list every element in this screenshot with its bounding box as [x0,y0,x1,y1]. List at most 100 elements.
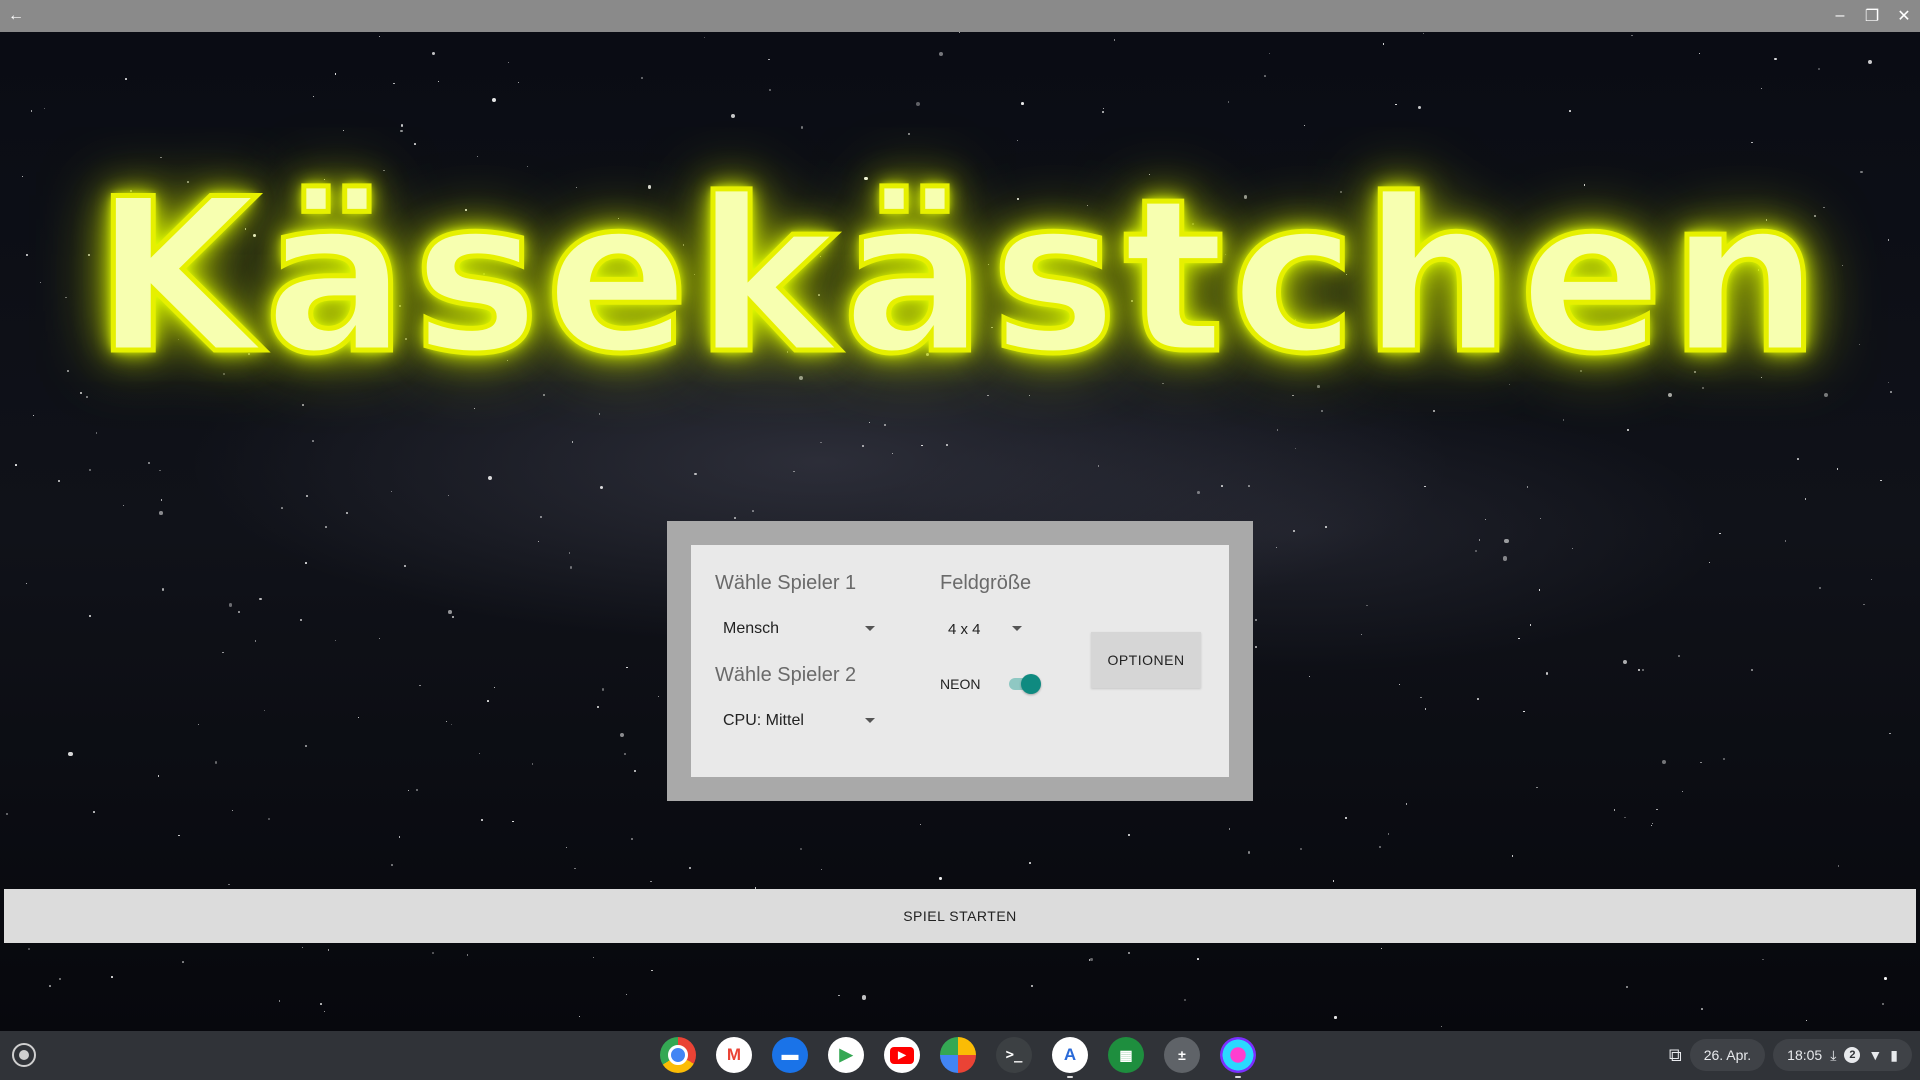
star [1387,832,1390,835]
star [1630,34,1633,37]
star [641,77,644,79]
star [1762,958,1764,961]
star [1247,851,1251,854]
star [58,977,61,980]
star [1569,110,1571,113]
star [1379,846,1382,849]
star [305,494,308,497]
star [1836,468,1839,470]
holding-space-icon[interactable]: ⧉ [1669,1045,1682,1066]
star [305,745,308,747]
star [431,952,434,954]
photos-icon[interactable] [940,1037,976,1073]
star [254,640,257,642]
star [792,470,795,473]
star [1651,823,1653,825]
star [1020,102,1024,106]
system-shelf: M ▬ ▶ ▶ >_ A ▦ ± ⧉ 26. Apr. 18:05 ⤓ 2 ▼ … [0,1031,1920,1080]
neon-label: NEON [940,676,981,692]
star [400,124,403,127]
star [1308,676,1311,678]
star [1625,986,1628,989]
star [1300,847,1303,850]
play-store-icon[interactable]: ▶ [828,1037,864,1073]
star [448,610,452,614]
star [540,515,543,519]
star [1128,833,1131,836]
star [414,143,417,146]
star [593,956,595,958]
star [125,77,128,80]
star [1751,142,1753,144]
star [1228,828,1231,831]
star [820,441,822,444]
star [1102,107,1104,110]
star [478,752,480,754]
star [1538,589,1541,591]
back-icon[interactable]: ← [0,0,32,32]
player2-select[interactable]: CPU: Mittel [715,704,875,738]
star [1642,668,1645,671]
star [1870,578,1873,580]
star [1708,561,1710,563]
star [1627,429,1629,431]
star [312,440,314,442]
download-icon: ⤓ [1830,1046,1837,1063]
calculator-icon[interactable]: ± [1164,1037,1200,1073]
star [1890,391,1893,393]
files-icon[interactable]: ▬ [772,1037,808,1073]
star [1804,498,1807,500]
player2-label: Wähle Spieler 2 [715,664,857,686]
options-button[interactable]: OPTIONEN [1091,632,1201,688]
star [407,790,410,792]
star [1511,855,1514,858]
restore-icon[interactable]: ❐ [1856,0,1888,32]
minimize-icon[interactable]: – [1824,0,1856,32]
star [481,819,484,822]
star [1334,1016,1337,1019]
star [1637,668,1640,671]
chrome-icon[interactable] [660,1037,696,1073]
star [157,775,160,777]
star [921,444,924,447]
star [1880,479,1882,482]
star [1097,465,1100,467]
star [1681,790,1683,792]
field-size-select-value: 4 x 4 [948,620,981,638]
star [1887,239,1890,241]
status-area[interactable]: 18:05 ⤓ 2 ▼ ▮ [1773,1039,1912,1071]
star [259,597,262,601]
launcher-icon[interactable] [12,1043,36,1067]
player1-select[interactable]: Mensch [715,612,875,646]
star [939,877,942,880]
setup-panel-content: Wähle Spieler 1 Mensch Wähle Spieler 2 C… [691,545,1229,777]
close-icon[interactable]: ✕ [1888,0,1920,32]
sheets-icon[interactable]: ▦ [1108,1037,1144,1073]
star [1382,43,1385,46]
star [619,733,624,737]
field-size-select[interactable]: 4 x 4 [940,612,1022,646]
gmail-icon[interactable]: M [716,1037,752,1073]
terminal-icon[interactable]: >_ [996,1037,1032,1073]
android-studio-icon[interactable]: A [1052,1037,1088,1078]
star [751,510,754,513]
status-tray: ⧉ 26. Apr. 18:05 ⤓ 2 ▼ ▮ [1669,1039,1912,1071]
star [1028,862,1031,864]
setup-panel: Wähle Spieler 1 Mensch Wähle Spieler 2 C… [667,521,1253,801]
star [1405,803,1408,806]
star [1882,1003,1885,1006]
star [1699,53,1701,55]
star [1504,538,1509,544]
star [1031,985,1033,987]
star [512,820,514,822]
neon-toggle[interactable] [1007,674,1041,694]
youtube-icon[interactable]: ▶ [884,1037,920,1073]
start-game-button[interactable]: SPIEL STARTEN [4,889,1916,943]
neon-toggle-thumb [1021,674,1041,694]
kaesekaestchen-app-icon[interactable] [1220,1037,1256,1078]
star [451,616,454,619]
date-pill[interactable]: 26. Apr. [1689,1039,1766,1071]
star [1656,808,1658,811]
star [1380,948,1383,950]
battery-icon: ▮ [1890,1046,1898,1063]
